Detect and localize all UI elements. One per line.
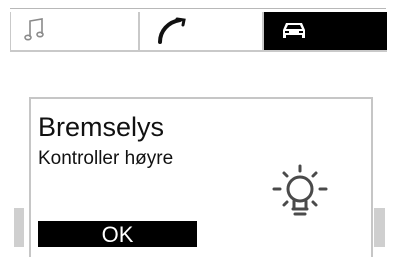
tab-bar	[10, 12, 387, 51]
background-edge-left	[14, 208, 24, 247]
music-note-icon	[23, 17, 45, 48]
phone-handset-icon	[156, 17, 186, 50]
dialog-message: Kontroller høyre	[38, 148, 174, 169]
top-divider	[10, 8, 386, 9]
dialog-title: Bremselys	[38, 112, 165, 142]
ok-button[interactable]: OK	[38, 221, 197, 247]
display-screen: Bremselys Kontroller høyre OK	[0, 0, 396, 257]
tab-vehicle[interactable]	[264, 12, 387, 51]
background-edge-right	[374, 208, 385, 247]
light-bulb-icon	[262, 155, 338, 231]
tab-audio[interactable]	[10, 12, 140, 51]
tab-underline	[10, 50, 387, 52]
tab-phone[interactable]	[140, 12, 264, 51]
car-icon	[280, 20, 308, 47]
